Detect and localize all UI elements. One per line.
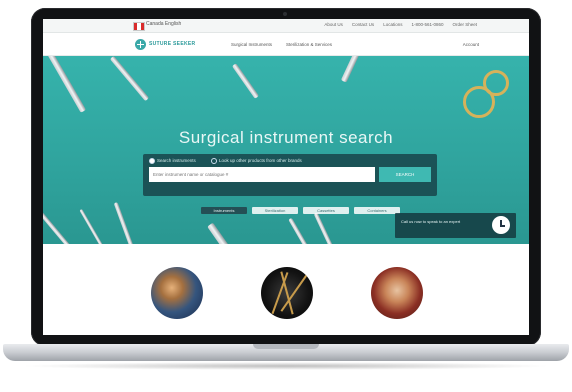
laptop-bezel: Canada English About Us Contact Us Locat… (31, 8, 541, 346)
radio-label-other: Look up other products from other brands (219, 158, 302, 164)
utility-link-locations[interactable]: Locations (383, 22, 402, 27)
category-chips: Instruments Sterilization Cassettes Cont… (201, 207, 400, 214)
search-button[interactable]: SEARCH (379, 167, 431, 182)
utility-link-contact[interactable]: Contact Us (352, 22, 374, 27)
gold-scissors-image-2 (483, 70, 509, 96)
contact-promo[interactable]: Call us now to speak to an expert (395, 213, 516, 238)
promo-text: Call us now to speak to an expert (401, 219, 461, 224)
chip-sterilization[interactable]: Sterilization (252, 207, 298, 214)
curette-image (207, 222, 236, 244)
retractor-image (340, 56, 362, 83)
radio-selected-icon (149, 158, 155, 164)
account-link[interactable]: Account (463, 42, 479, 47)
utility-link-order[interactable]: Order Sheet (452, 22, 477, 27)
nav-menu: Surgical Instruments Sterilization & Ser… (231, 42, 332, 47)
chip-cassettes[interactable]: Cassettes (303, 207, 349, 214)
radio-unselected-icon (211, 158, 217, 164)
laptop-shadow (20, 362, 552, 370)
featured-section (43, 245, 529, 335)
search-panel: Search instruments Look up other product… (143, 154, 437, 196)
logo-cross-icon (135, 39, 146, 50)
clamp-image (109, 56, 150, 102)
nav-item-sterilization[interactable]: Sterilization & Services (286, 42, 332, 47)
chip-instruments[interactable]: Instruments (201, 207, 247, 214)
language-selector[interactable]: Canada English (146, 21, 181, 27)
laptop-notch (253, 344, 319, 349)
laptop-base (3, 344, 569, 361)
search-input[interactable] (149, 167, 375, 182)
hero-title: Surgical instrument search (178, 128, 394, 147)
utility-links: About Us Contact Us Locations 1-800-561-… (324, 22, 477, 27)
laptop-mockup: Canada English About Us Contact Us Locat… (0, 0, 572, 392)
main-nav: SUTURE SEEKER Surgical Instruments Steri… (43, 33, 529, 56)
forceps-image (45, 56, 87, 113)
featured-image-hands[interactable] (151, 267, 203, 319)
clock-icon (492, 216, 510, 234)
site-logo[interactable]: SUTURE SEEKER (135, 39, 207, 50)
utility-bar: Canada English About Us Contact Us Locat… (43, 19, 529, 33)
hero-banner: Surgical instrument search Search instru… (43, 56, 529, 244)
webcam-icon (283, 12, 287, 16)
screen: Canada English About Us Contact Us Locat… (43, 19, 529, 335)
hook-image (79, 208, 110, 244)
chip-containers[interactable]: Containers (354, 207, 400, 214)
radio-other-brands[interactable]: Look up other products from other brands (211, 158, 302, 164)
utility-link-about[interactable]: About Us (324, 22, 343, 27)
logo-text: SUTURE SEEKER (149, 41, 196, 47)
elevator-image (113, 201, 137, 244)
canada-flag-icon (133, 22, 145, 31)
needle-holder-image (288, 217, 312, 244)
utility-link-phone[interactable]: 1-800-561-0860 (411, 22, 443, 27)
dissector-image (313, 212, 337, 244)
featured-image-instruments[interactable] (261, 267, 313, 319)
nav-item-instruments[interactable]: Surgical Instruments (231, 42, 272, 47)
scissors-image (231, 63, 260, 99)
featured-image-surgery[interactable] (371, 267, 423, 319)
radio-label-instruments: Search instruments (157, 158, 196, 164)
probe-image (43, 211, 81, 244)
radio-search-instruments[interactable]: Search instruments (149, 158, 196, 164)
